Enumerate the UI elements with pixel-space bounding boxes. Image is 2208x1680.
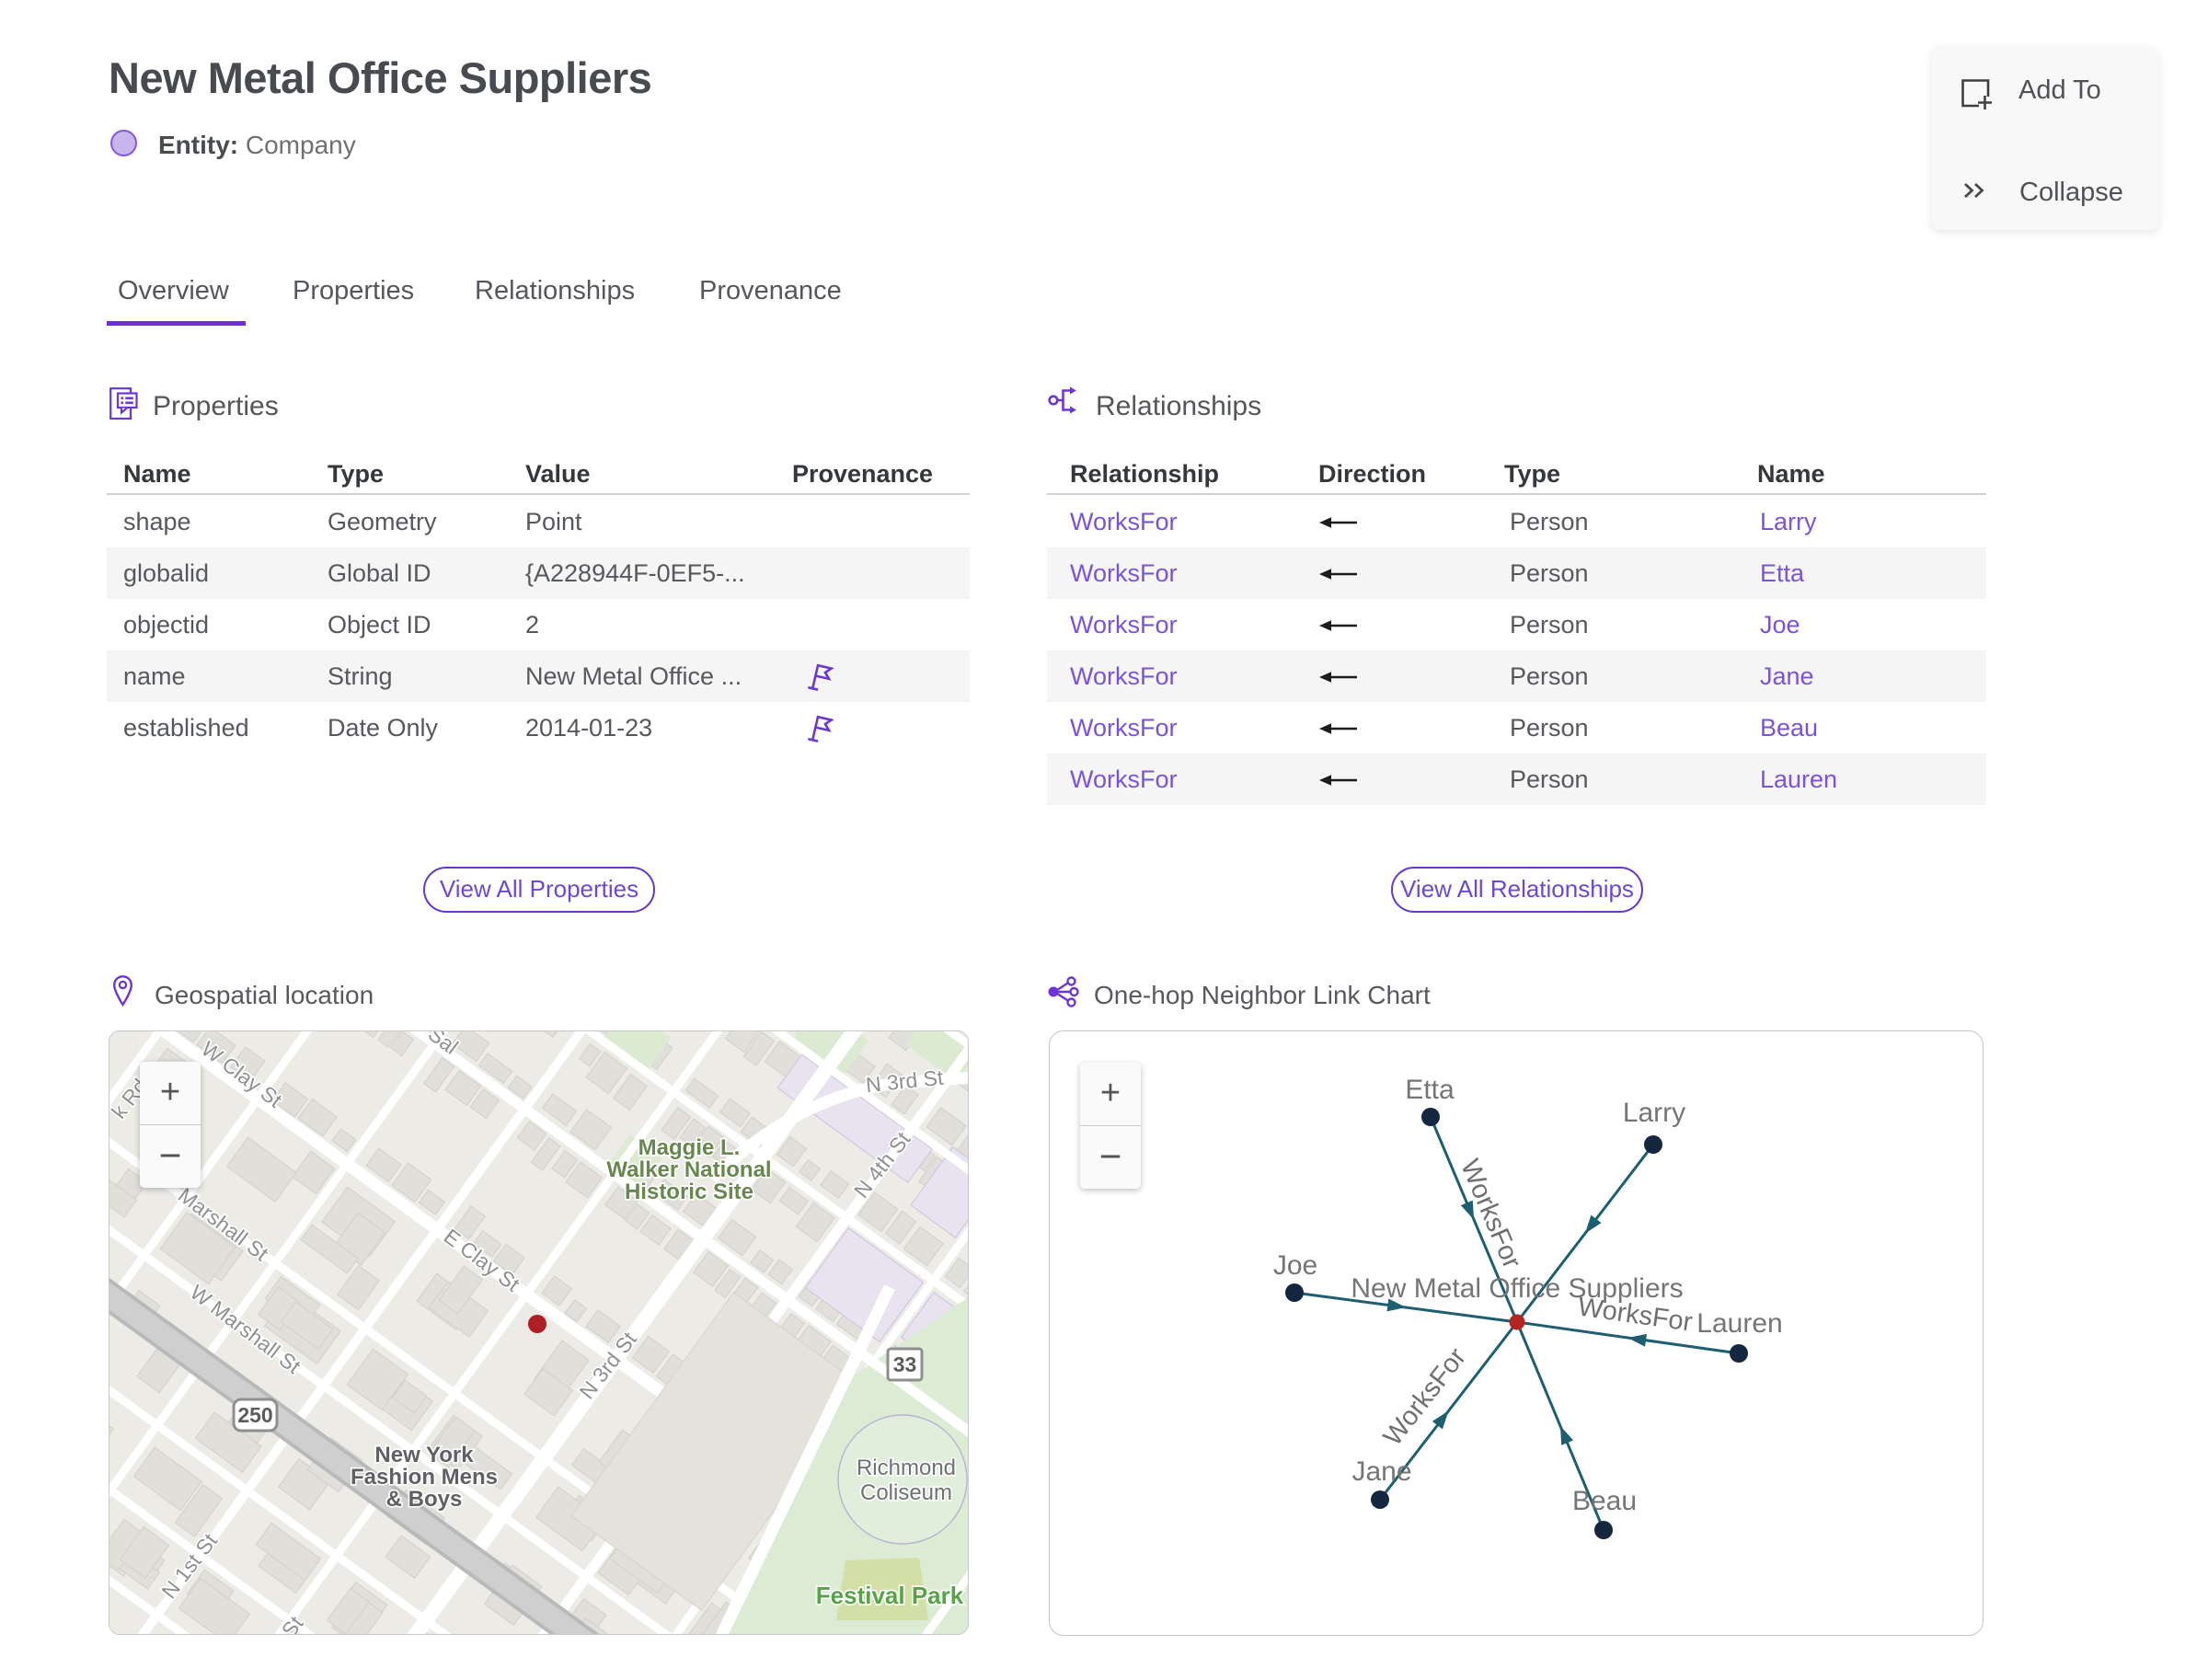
svg-text:Richmond: Richmond: [857, 1456, 956, 1480]
svg-text:Lauren: Lauren: [1696, 1308, 1782, 1339]
svg-text:33: 33: [893, 1352, 917, 1376]
svg-text:& Boys: & Boys: [386, 1487, 463, 1512]
svg-text:250: 250: [237, 1403, 272, 1427]
svg-text:Fashion Mens: Fashion Mens: [351, 1465, 498, 1490]
svg-text:Jane: Jane: [1351, 1456, 1411, 1487]
svg-text:WorksFor: WorksFor: [1455, 1156, 1526, 1273]
svg-text:Festival Park: Festival Park: [816, 1582, 964, 1609]
svg-text:Joe: Joe: [1273, 1250, 1317, 1281]
svg-text:Walker National: Walker National: [606, 1157, 771, 1182]
svg-text:Larry: Larry: [1623, 1098, 1685, 1128]
svg-text:Historic Site: Historic Site: [625, 1179, 753, 1204]
svg-text:Coliseum: Coliseum: [860, 1480, 952, 1505]
svg-text:Beau: Beau: [1572, 1486, 1637, 1516]
svg-text:Maggie L.: Maggie L.: [638, 1135, 741, 1160]
svg-text:Etta: Etta: [1405, 1075, 1455, 1105]
svg-text:New York: New York: [374, 1443, 474, 1467]
